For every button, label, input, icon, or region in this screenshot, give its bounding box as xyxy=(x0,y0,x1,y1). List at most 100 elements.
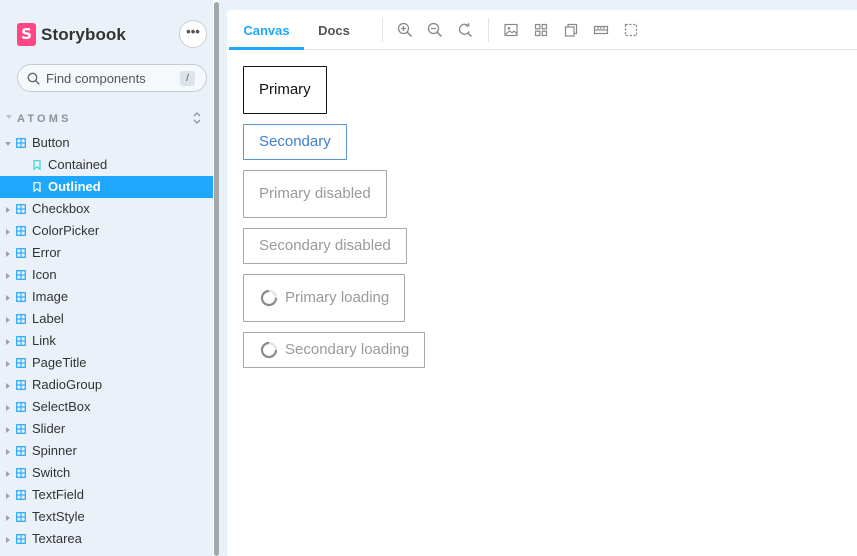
toolbar-divider xyxy=(382,18,383,42)
caret-right-icon xyxy=(6,427,10,433)
sidebar-item-button[interactable]: Button xyxy=(0,132,213,154)
sidebar-item-label: TextStyle xyxy=(32,509,85,524)
sidebar-item-pagetitle[interactable]: PageTitle xyxy=(0,352,213,374)
sidebar-item-radiogroup[interactable]: RadioGroup xyxy=(0,374,213,396)
button-label: Secondary disabled xyxy=(259,237,391,254)
button-label: Primary disabled xyxy=(259,185,371,202)
component-icon xyxy=(16,380,26,390)
secondary-button[interactable]: Secondary xyxy=(243,124,347,160)
caret-right-icon xyxy=(6,339,10,345)
component-icon xyxy=(16,226,26,236)
search-box[interactable]: / xyxy=(17,64,207,92)
caret-right-icon xyxy=(6,383,10,389)
sidebar: S Storybook ••• / ATOMS Button Contained O… xyxy=(0,0,213,556)
viewport-icon[interactable] xyxy=(563,22,579,38)
sidebar-item-label: Link xyxy=(32,333,56,348)
component-icon xyxy=(16,490,26,500)
caret-right-icon xyxy=(6,317,10,323)
sidebar-item-label: Switch xyxy=(32,465,71,480)
sidebar-story-contained[interactable]: Contained xyxy=(0,154,213,176)
caret-right-icon xyxy=(6,537,10,543)
search-shortcut-badge: / xyxy=(180,71,195,86)
primary-button[interactable]: Primary xyxy=(243,66,327,114)
sidebar-item-label: Image xyxy=(32,289,69,304)
component-icon xyxy=(16,358,26,368)
component-icon xyxy=(16,468,26,478)
caret-down-icon xyxy=(5,142,11,146)
sidebar-item-selectbox[interactable]: SelectBox xyxy=(0,396,213,418)
caret-right-icon xyxy=(6,229,10,235)
sidebar-item-checkbox[interactable]: Checkbox xyxy=(0,198,213,220)
component-icon xyxy=(16,248,26,258)
zoom-out-icon[interactable] xyxy=(427,22,443,38)
brand-name: Storybook xyxy=(41,24,126,44)
component-icon xyxy=(16,292,26,302)
component-icon xyxy=(16,402,26,412)
sidebar-item-label: Spinner xyxy=(32,443,77,458)
search-icon xyxy=(27,72,40,85)
primary-disabled-button[interactable]: Primary disabled xyxy=(243,170,387,218)
caret-right-icon xyxy=(6,273,10,279)
component-tree: Button Contained Outlined Checkbox ColorPick… xyxy=(0,132,213,550)
sidebar-item-image[interactable]: Image xyxy=(0,286,213,308)
sidebar-item-textarea[interactable]: Textarea xyxy=(0,528,213,550)
button-label: Secondary xyxy=(259,133,331,150)
sidebar-item-label: Contained xyxy=(48,157,108,172)
sidebar-item-textstyle[interactable]: TextStyle xyxy=(0,506,213,528)
caret-right-icon xyxy=(6,471,10,477)
section-header-atoms[interactable]: ATOMS xyxy=(0,111,213,127)
sidebar-item-error[interactable]: Error xyxy=(0,242,213,264)
sidebar-item-slider[interactable]: Slider xyxy=(0,418,213,440)
sidebar-item-label: Slider xyxy=(32,421,66,436)
sidebar-item-colorpicker[interactable]: ColorPicker xyxy=(0,220,213,242)
caret-right-icon xyxy=(6,515,10,521)
storybook-logo-icon: S xyxy=(17,23,36,46)
button-label: Primary loading xyxy=(285,289,390,306)
zoom-in-icon[interactable] xyxy=(397,22,413,38)
sidebar-item-label: Button xyxy=(32,135,70,150)
sidebar-item-label: Textarea xyxy=(32,531,82,546)
sidebar-item-label: ColorPicker xyxy=(32,223,100,238)
search-input[interactable] xyxy=(46,65,186,91)
caret-right-icon xyxy=(6,251,10,257)
tab-canvas[interactable]: Canvas xyxy=(229,10,304,50)
component-icon xyxy=(16,138,26,148)
menu-button[interactable]: ••• xyxy=(179,20,207,48)
primary-loading-button[interactable]: Primary loading xyxy=(243,274,406,322)
bookmark-icon xyxy=(33,160,41,170)
background-icon[interactable] xyxy=(503,22,519,38)
sidebar-item-icon[interactable]: Icon xyxy=(0,264,213,286)
secondary-loading-button[interactable]: Secondary loading xyxy=(243,332,426,368)
outline-icon[interactable] xyxy=(623,22,639,38)
sidebar-item-textfield[interactable]: TextField xyxy=(0,484,213,506)
sidebar-item-spinner[interactable]: Spinner xyxy=(0,440,213,462)
sidebar-scrollbar-thumb[interactable] xyxy=(214,2,219,556)
zoom-reset-icon[interactable] xyxy=(457,22,473,38)
component-icon xyxy=(16,446,26,456)
spinner-icon xyxy=(260,341,278,359)
sidebar-item-label[interactable]: Label xyxy=(0,308,213,330)
brand[interactable]: S Storybook xyxy=(17,23,126,46)
section-label: ATOMS xyxy=(17,113,72,125)
caret-right-icon xyxy=(6,295,10,301)
button-label: Primary xyxy=(259,81,311,98)
toolbar-divider xyxy=(488,18,489,42)
spinner-icon xyxy=(260,289,278,307)
sidebar-item-label: PageTitle xyxy=(32,355,87,370)
component-icon xyxy=(16,336,26,346)
tab-docs[interactable]: Docs xyxy=(309,10,359,50)
caret-right-icon xyxy=(6,361,10,367)
caret-right-icon xyxy=(6,493,10,499)
grid-icon[interactable] xyxy=(533,22,549,38)
component-icon xyxy=(16,512,26,522)
sidebar-item-switch[interactable]: Switch xyxy=(0,462,213,484)
secondary-disabled-button[interactable]: Secondary disabled xyxy=(243,228,407,264)
sidebar-item-link[interactable]: Link xyxy=(0,330,213,352)
measure-icon[interactable] xyxy=(593,22,609,38)
sidebar-item-label: TextField xyxy=(32,487,85,502)
sidebar-story-outlined[interactable]: Outlined xyxy=(0,176,213,198)
sidebar-item-label: Outlined xyxy=(48,179,101,194)
expand-collapse-icon[interactable] xyxy=(192,111,202,125)
sidebar-item-label: Icon xyxy=(32,267,57,282)
component-icon xyxy=(16,204,26,214)
